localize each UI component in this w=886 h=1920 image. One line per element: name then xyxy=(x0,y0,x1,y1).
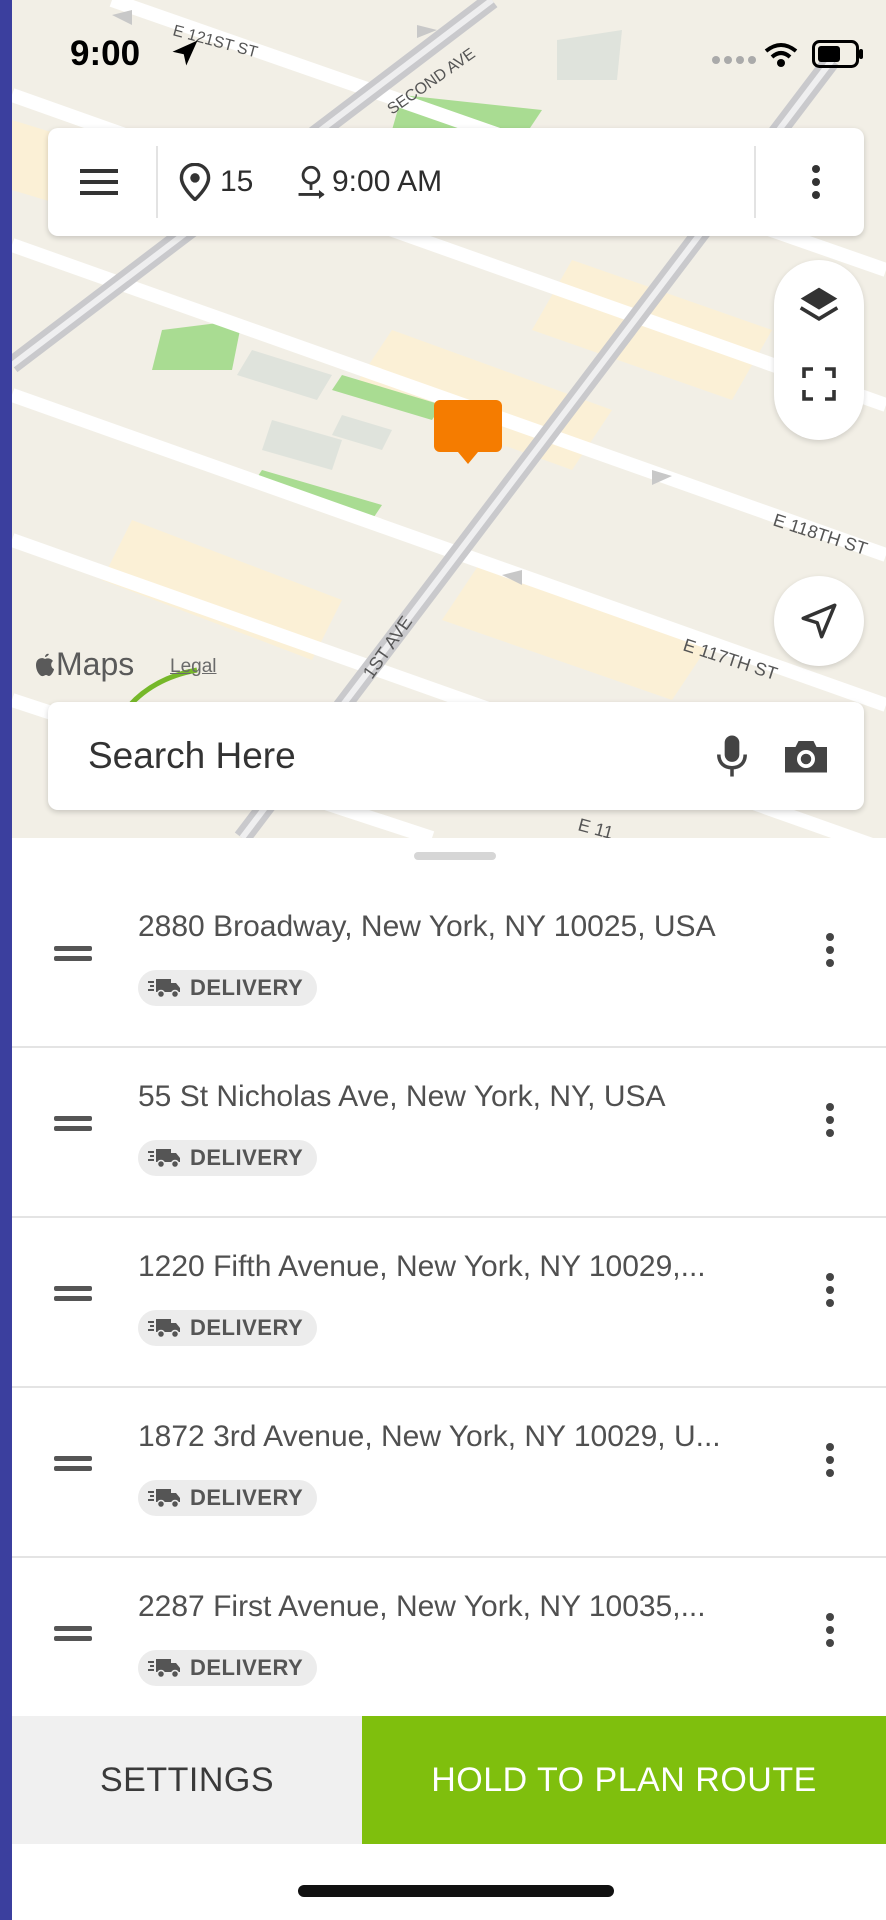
stops-sheet: 2880 Broadway, New York, NY 10025, USA D… xyxy=(12,838,886,1728)
sheet-drag-handle[interactable] xyxy=(414,852,496,860)
maps-attribution-text: Maps xyxy=(56,646,135,682)
plan-route-button[interactable]: HOLD TO PLAN ROUTE xyxy=(362,1716,886,1844)
route-start-icon xyxy=(298,165,325,199)
start-time-indicator[interactable]: 9:00 AM xyxy=(296,158,442,206)
map-marker-icon[interactable] xyxy=(434,400,502,464)
more-vertical-icon xyxy=(826,1273,834,1307)
stop-row[interactable]: 1872 3rd Avenue, New York, NY 10029, U..… xyxy=(12,1388,886,1558)
drag-handle-icon[interactable] xyxy=(52,1448,96,1478)
menu-button[interactable] xyxy=(70,154,128,210)
stops-count: 15 xyxy=(220,165,254,198)
street-label-e11: E 11 xyxy=(576,815,616,838)
stop-type-label: DELIVERY xyxy=(190,975,304,1000)
stop-type-label: DELIVERY xyxy=(190,1145,304,1170)
more-options-button[interactable] xyxy=(788,154,844,210)
search-input[interactable] xyxy=(88,730,688,782)
stop-type-badge: DELIVERY xyxy=(138,1140,318,1176)
more-vertical-icon xyxy=(826,1103,834,1137)
drag-handle-icon[interactable] xyxy=(52,1108,96,1138)
route-summary-bar: 15 9:00 AM xyxy=(48,128,864,236)
stop-type-label: DELIVERY xyxy=(190,1315,304,1340)
stop-type-badge: DELIVERY xyxy=(138,1480,318,1516)
my-location-button[interactable] xyxy=(774,576,864,666)
drag-handle-icon[interactable] xyxy=(52,1618,96,1648)
voice-search-button[interactable] xyxy=(704,728,760,784)
divider xyxy=(754,146,756,218)
more-vertical-icon xyxy=(826,1613,834,1647)
apple-maps-attribution: Maps xyxy=(34,646,134,683)
battery-icon xyxy=(812,40,863,68)
stop-options-button[interactable] xyxy=(812,1600,848,1660)
more-vertical-icon xyxy=(826,933,834,967)
street-label-e118: E 118TH ST xyxy=(771,510,870,559)
drag-handle-icon[interactable] xyxy=(52,1278,96,1308)
stop-type-badge: DELIVERY xyxy=(138,970,318,1006)
stops-count-indicator[interactable]: 15 xyxy=(178,158,253,206)
stop-address: 1872 3rd Avenue, New York, NY 10029, U..… xyxy=(138,1420,721,1453)
stop-row[interactable]: 2287 First Avenue, New York, NY 10035,..… xyxy=(12,1558,886,1728)
stop-type-badge: DELIVERY xyxy=(138,1310,318,1346)
stop-options-button[interactable] xyxy=(812,1090,848,1150)
delivery-truck-icon xyxy=(148,1489,180,1509)
cellular-signal-icon xyxy=(712,56,756,64)
stop-type-label: DELIVERY xyxy=(190,1655,304,1680)
legal-link[interactable]: Legal xyxy=(170,656,217,678)
search-bar xyxy=(48,702,864,810)
stop-row[interactable]: 55 St Nicholas Ave, New York, NY, USA DE… xyxy=(12,1048,886,1218)
delivery-truck-icon xyxy=(148,979,180,999)
apple-logo-icon xyxy=(36,653,54,676)
stop-options-button[interactable] xyxy=(812,1260,848,1320)
bottom-action-bar: SETTINGS HOLD TO PLAN ROUTE xyxy=(12,1716,886,1844)
stop-list: 2880 Broadway, New York, NY 10025, USA D… xyxy=(12,878,886,1728)
stop-options-button[interactable] xyxy=(812,1430,848,1490)
navigation-arrow-icon xyxy=(801,603,837,639)
divider xyxy=(156,146,158,218)
stop-row[interactable]: 1220 Fifth Avenue, New York, NY 10029,..… xyxy=(12,1218,886,1388)
map-layers-button[interactable] xyxy=(791,278,847,334)
delivery-truck-icon xyxy=(148,1319,180,1339)
hamburger-menu-icon xyxy=(80,169,118,195)
camera-scan-button[interactable] xyxy=(778,728,834,784)
microphone-icon xyxy=(717,735,747,777)
start-time: 9:00 AM xyxy=(332,165,443,198)
location-arrow-icon xyxy=(172,40,198,66)
stop-row[interactable]: 2880 Broadway, New York, NY 10025, USA D… xyxy=(12,878,886,1048)
status-bar: 9:00 xyxy=(12,0,886,110)
camera-icon xyxy=(785,741,827,773)
fullscreen-icon xyxy=(802,367,836,401)
delivery-truck-icon xyxy=(148,1149,180,1169)
stop-address: 55 St Nicholas Ave, New York, NY, USA xyxy=(138,1080,666,1113)
stop-type-label: DELIVERY xyxy=(190,1485,304,1510)
location-pin-icon xyxy=(179,163,211,201)
stop-address: 2880 Broadway, New York, NY 10025, USA xyxy=(138,910,716,943)
status-time: 9:00 xyxy=(70,34,141,73)
delivery-truck-icon xyxy=(148,1659,180,1679)
more-vertical-icon xyxy=(812,165,820,199)
drag-handle-icon[interactable] xyxy=(52,938,96,968)
stop-address: 1220 Fifth Avenue, New York, NY 10029,..… xyxy=(138,1250,706,1283)
home-indicator xyxy=(298,1885,614,1897)
more-vertical-icon xyxy=(826,1443,834,1477)
stop-address: 2287 First Avenue, New York, NY 10035,..… xyxy=(138,1590,706,1623)
map-controls xyxy=(774,260,864,440)
fullscreen-button[interactable] xyxy=(791,356,847,412)
wifi-icon xyxy=(764,43,798,67)
stop-options-button[interactable] xyxy=(812,920,848,980)
settings-button[interactable]: SETTINGS xyxy=(12,1716,362,1844)
left-edge-strip xyxy=(0,0,12,1920)
layers-icon xyxy=(799,287,839,321)
stop-type-badge: DELIVERY xyxy=(138,1650,318,1686)
